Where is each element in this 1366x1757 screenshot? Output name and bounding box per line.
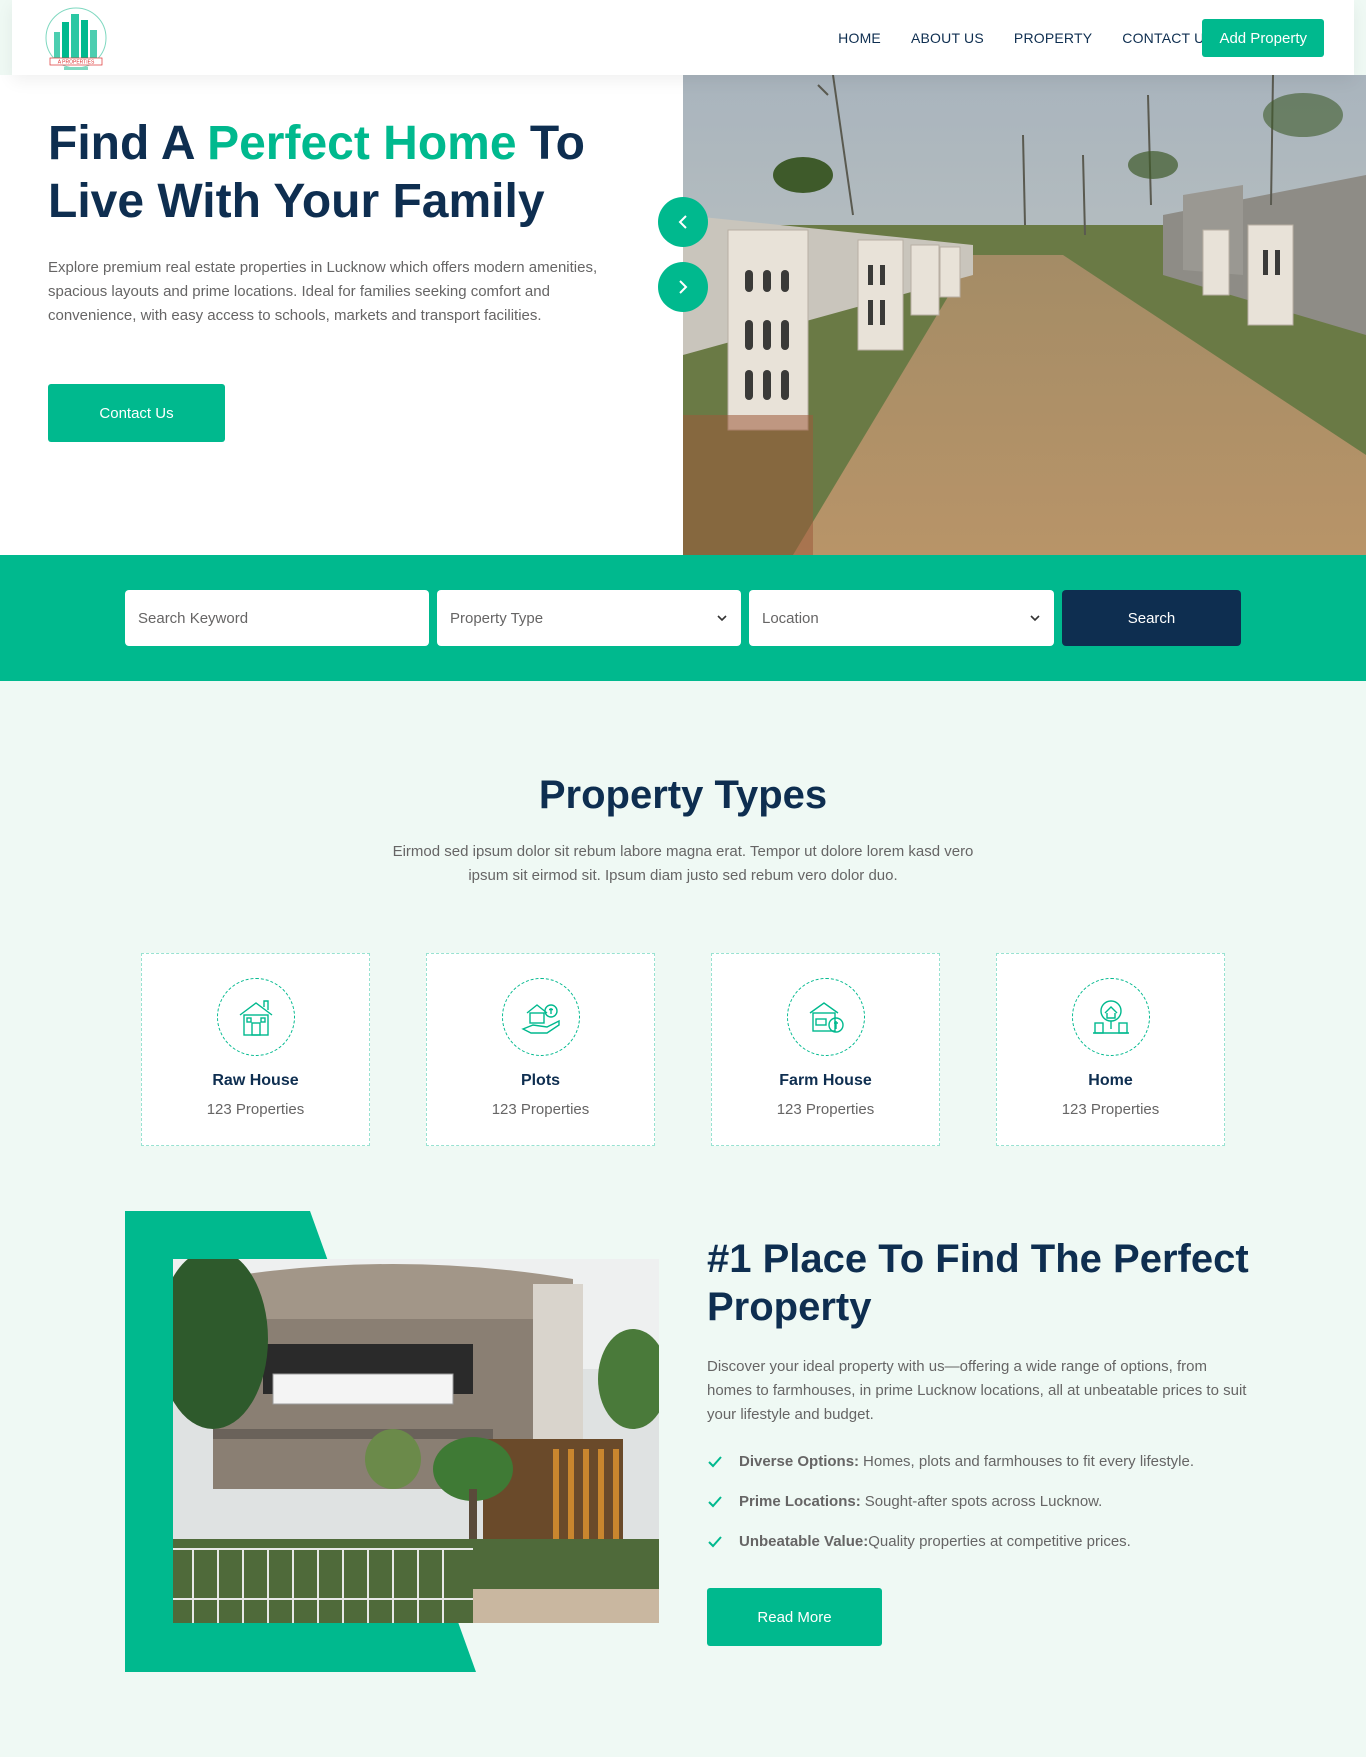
property-type-count: 123 Properties bbox=[1061, 1101, 1160, 1118]
property-type-card-raw-house[interactable]: Raw House 123 Properties bbox=[141, 953, 370, 1146]
read-more-button[interactable]: Read More bbox=[707, 1588, 882, 1646]
chevron-down-icon bbox=[717, 615, 727, 622]
navbar: A PROPERTIES HOME ABOUT US PROPERTY CONT… bbox=[12, 0, 1354, 75]
plot-icon bbox=[502, 978, 580, 1056]
feature-item: Unbeatable Value: Quality properties at c… bbox=[707, 1533, 1131, 1550]
feature-label: Prime Locations: bbox=[739, 1493, 861, 1510]
feature-item: Prime Locations: Sought-after spots acros… bbox=[707, 1493, 1102, 1510]
property-type-value: Property Type bbox=[450, 609, 544, 627]
carousel-next-button[interactable] bbox=[658, 262, 708, 312]
feature-label: Diverse Options: bbox=[739, 1453, 860, 1470]
property-type-card-plots[interactable]: Plots 123 Properties bbox=[426, 953, 655, 1146]
property-type-count: 123 Properties bbox=[206, 1101, 305, 1118]
about-description: Discover your ideal property with us—off… bbox=[707, 1358, 1247, 1423]
search-keyword-placeholder: Search Keyword bbox=[138, 609, 249, 627]
hero-section: Find A Perfect Home To Live With Your Fa… bbox=[0, 75, 1366, 555]
hero-image bbox=[683, 75, 1366, 555]
check-icon bbox=[708, 1495, 722, 1507]
contact-us-button[interactable]: Contact Us bbox=[48, 384, 225, 442]
nav-menu: HOME ABOUT US PROPERTY CONTACT US bbox=[838, 0, 1214, 75]
property-type-count: 123 Properties bbox=[776, 1101, 875, 1118]
property-types-title: Property Types bbox=[538, 773, 828, 817]
property-type-count: 123 Properties bbox=[491, 1101, 590, 1118]
search-button[interactable]: Search bbox=[1062, 590, 1241, 646]
add-property-button[interactable]: Add Property bbox=[1202, 19, 1324, 57]
search-bar: Search Keyword Property Type Location Se… bbox=[0, 555, 1366, 681]
feature-text: Homes, plots and farmhouses to fit every… bbox=[863, 1453, 1195, 1470]
feature-text: Sought-after spots across Lucknow. bbox=[864, 1493, 1103, 1510]
property-types-subtitle: Eirmod sed ipsum dolor sit rebum labore … bbox=[392, 843, 974, 884]
feature-label: Unbeatable Value: bbox=[739, 1533, 869, 1550]
logo-text: A PROPERTIES bbox=[58, 60, 95, 66]
check-icon bbox=[708, 1455, 722, 1467]
feature-item: Diverse Options: Homes, plots and farmhou… bbox=[707, 1453, 1194, 1470]
property-type-select[interactable]: Property Type bbox=[437, 590, 741, 646]
about-title: #1 Place To Find The Perfect Property bbox=[707, 1237, 1249, 1329]
feature-text: Quality properties at competitive prices… bbox=[868, 1533, 1131, 1550]
hero-title-accent: Perfect Home bbox=[207, 117, 517, 170]
nav-home[interactable]: HOME bbox=[838, 30, 881, 46]
nav-property[interactable]: PROPERTY bbox=[1014, 30, 1092, 46]
about-image bbox=[173, 1259, 659, 1623]
search-keyword-input[interactable]: Search Keyword bbox=[125, 590, 429, 646]
property-type-name: Plots bbox=[520, 1072, 561, 1089]
hero-description: Explore premium real estate properties i… bbox=[48, 259, 598, 324]
property-type-name: Farm House bbox=[779, 1072, 872, 1089]
farmhouse-icon bbox=[787, 978, 865, 1056]
hero-title: Find A Perfect Home To Live With Your Fa… bbox=[48, 115, 648, 231]
nav-contact-us[interactable]: CONTACT US bbox=[1122, 30, 1214, 46]
nav-about-us[interactable]: ABOUT US bbox=[911, 30, 984, 46]
property-type-card-home[interactable]: Home 123 Properties bbox=[996, 953, 1225, 1146]
chevron-left-icon bbox=[678, 215, 687, 229]
property-type-card-farm-house[interactable]: Farm House 123 Properties bbox=[711, 953, 940, 1146]
chevron-right-icon bbox=[679, 280, 688, 294]
hero-title-part1: Find A bbox=[48, 117, 208, 170]
chevron-down-icon bbox=[1030, 615, 1040, 622]
house-icon bbox=[217, 978, 295, 1056]
location-value: Location bbox=[762, 609, 819, 627]
carousel-prev-button[interactable] bbox=[658, 197, 708, 247]
property-type-name: Home bbox=[1088, 1072, 1133, 1089]
home-icon bbox=[1072, 978, 1150, 1056]
property-type-name: Raw House bbox=[212, 1072, 299, 1089]
logo[interactable]: A PROPERTIES bbox=[44, 6, 108, 74]
check-icon bbox=[708, 1535, 722, 1547]
location-select[interactable]: Location bbox=[749, 590, 1054, 646]
